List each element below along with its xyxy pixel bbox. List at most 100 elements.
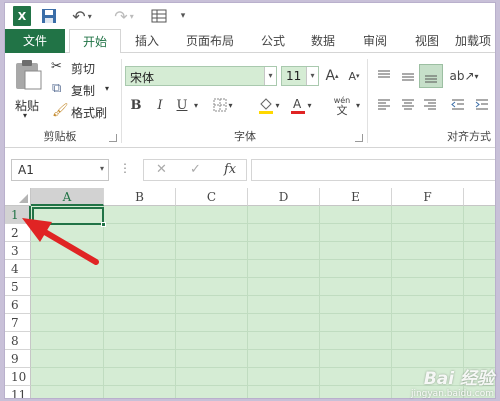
cut-button[interactable]: ✂ 剪切 [51, 59, 107, 77]
decrease-indent-icon [451, 99, 464, 110]
gridline [31, 349, 495, 350]
clipboard-group-label: 剪贴板 [43, 130, 77, 143]
copy-button[interactable]: ⧉ 复制 ▾ [51, 81, 115, 99]
redo-icon[interactable]: ↷ ▾ [109, 6, 139, 26]
tab-data[interactable]: 数据 [303, 29, 343, 53]
scissors-icon: ✂ [51, 59, 62, 74]
font-size-select[interactable]: 11 ▾ [281, 66, 319, 86]
column-header-d[interactable]: D [248, 188, 320, 206]
fill-color-button[interactable]: ▾ [257, 95, 281, 115]
font-group-label: 字体 [234, 130, 256, 143]
gridline [31, 331, 495, 332]
border-icon [213, 98, 227, 112]
row-header-10[interactable]: 10 [5, 368, 31, 386]
separator [367, 59, 368, 143]
row-header-2[interactable]: 2 [5, 224, 31, 242]
fill-handle[interactable] [101, 222, 106, 227]
row-header-1[interactable]: 1 [5, 206, 31, 224]
column-header-c[interactable]: C [176, 188, 248, 206]
align-top-icon [378, 70, 390, 78]
svg-text:A: A [293, 97, 302, 111]
font-name-select[interactable]: 宋体 ▾ [125, 66, 277, 86]
tab-formulas[interactable]: 公式 [253, 29, 293, 53]
paste-button[interactable]: 粘贴 ▾ [11, 59, 45, 120]
row-header-6[interactable]: 6 [5, 296, 31, 314]
tab-view[interactable]: 视图 [407, 29, 447, 53]
cancel-icon[interactable]: ✕ [156, 162, 167, 177]
tab-file[interactable]: 文件 [5, 29, 65, 53]
undo-icon[interactable]: ↶ ▾ [67, 6, 97, 26]
column-header-g[interactable]: G [464, 188, 495, 206]
italic-button[interactable]: I [151, 95, 169, 115]
increase-indent-button[interactable] [471, 95, 493, 115]
grow-font-button[interactable]: A ▴ [323, 66, 341, 86]
formula-bar: A1 ▾ ⋮ ✕ ✓ fx [5, 148, 495, 188]
align-left-button[interactable] [373, 95, 395, 115]
shrink-font-icon: A [348, 69, 356, 83]
phonetic-char: 文 [336, 103, 348, 117]
enter-icon[interactable]: ✓ [190, 162, 201, 177]
decrease-indent-button[interactable] [447, 95, 469, 115]
customize-qat-icon[interactable]: ▾ [177, 6, 189, 26]
name-box-value: A1 [18, 163, 34, 177]
gridline [247, 206, 248, 398]
underline-button[interactable]: U [173, 95, 191, 115]
row-header-7[interactable]: 7 [5, 314, 31, 332]
form-icon[interactable] [149, 6, 169, 26]
orientation-button[interactable]: ab↗ ▾ [449, 66, 479, 86]
excel-logo-icon: X [13, 6, 31, 26]
align-right-button[interactable] [419, 95, 441, 115]
active-cell[interactable] [32, 207, 106, 227]
row-header-4[interactable]: 4 [5, 260, 31, 278]
increase-indent-icon [475, 99, 488, 110]
border-button[interactable]: ▾ [211, 95, 235, 115]
font-size-value: 11 [286, 69, 302, 83]
gridline [31, 313, 495, 314]
clipboard-launcher-icon[interactable] [109, 134, 117, 142]
formula-bar-grip-icon[interactable]: ⋮ [119, 161, 131, 175]
align-center-button[interactable] [397, 95, 419, 115]
save-icon[interactable] [41, 6, 57, 26]
column-header-b[interactable]: B [104, 188, 176, 206]
font-launcher-icon[interactable] [355, 134, 363, 142]
insert-function-icon[interactable]: fx [224, 162, 236, 177]
column-header-f[interactable]: F [392, 188, 464, 206]
gridline [175, 206, 176, 398]
row-header-5[interactable]: 5 [5, 278, 31, 296]
align-bottom-button[interactable] [419, 64, 443, 88]
separator [121, 59, 122, 143]
gridline [31, 295, 495, 296]
watermark-main: Bai 经验 [423, 369, 494, 389]
align-top-button[interactable] [373, 66, 395, 86]
excel-window: X ↶ ▾ ↷ ▾ ▾ 文件 开始 插入 页面布局 公式 数据 审阅 视图 加载项 … [4, 2, 496, 399]
format-painter-icon: 🖌 [52, 103, 69, 118]
phonetic-button[interactable]: wén 文 [331, 93, 353, 119]
select-all-button[interactable] [5, 188, 31, 206]
formula-input[interactable] [251, 159, 495, 181]
tab-home[interactable]: 开始 [69, 29, 121, 54]
underline-dropdown-icon[interactable]: ▾ [191, 95, 201, 115]
tab-addins[interactable]: 加载项 [455, 29, 495, 53]
copy-label: 复制 [71, 84, 96, 98]
row-header-11[interactable]: 11 [5, 386, 31, 398]
column-header-e[interactable]: E [320, 188, 392, 206]
shrink-font-button[interactable]: A ▾ [345, 66, 363, 86]
watermark-logo: Bai 经验 jingyan.baidu.com [411, 364, 494, 399]
row-header-8[interactable]: 8 [5, 332, 31, 350]
name-box[interactable]: A1 ▾ [11, 159, 109, 181]
format-painter-button[interactable]: 🖌 格式刷 [51, 103, 115, 121]
gridline [31, 241, 495, 242]
chevron-down-icon: ▾ [306, 67, 318, 85]
phonetic-dropdown-icon[interactable]: ▾ [353, 95, 363, 115]
gridline [31, 277, 495, 278]
orientation-icon: ab↗ [449, 69, 475, 83]
font-color-button[interactable]: A ▾ [289, 95, 313, 115]
row-header-9[interactable]: 9 [5, 350, 31, 368]
align-middle-button[interactable] [397, 66, 419, 86]
row-header-3[interactable]: 3 [5, 242, 31, 260]
bold-button[interactable]: B [127, 95, 145, 115]
column-header-a[interactable]: A [31, 188, 104, 206]
tab-insert[interactable]: 插入 [127, 29, 167, 53]
tab-review[interactable]: 审阅 [355, 29, 395, 53]
tab-page-layout[interactable]: 页面布局 [179, 29, 241, 53]
